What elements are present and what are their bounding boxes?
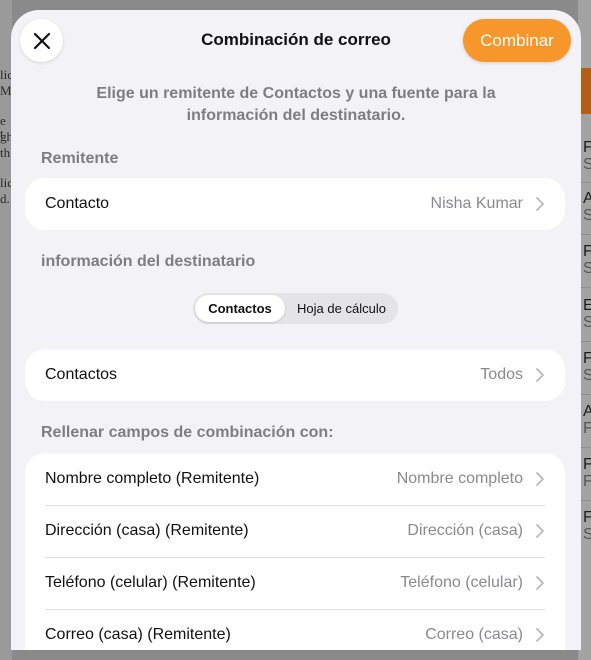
row-value: Nombre completo [396, 470, 523, 487]
sheet-description: Elige un remitente de Contactos y una fu… [96, 85, 496, 124]
merge-fields-card: Nombre completo (Remitente) Nombre compl… [25, 453, 565, 650]
merge-field-row[interactable]: Dirección (casa) (Remitente) Dirección (… [25, 505, 565, 557]
row-value: Correo (casa) [425, 626, 523, 643]
row-label: Correo (casa) (Remitente) [45, 626, 231, 643]
row-value: Todos [480, 366, 523, 383]
background-list-item: FS [583, 243, 591, 277]
sender-section-header: Remitente [41, 150, 119, 167]
background-text-fragment: M [0, 83, 12, 98]
recipient-section-header: información del destinatario [41, 253, 256, 270]
row-label: Dirección (casa) (Remitente) [45, 522, 249, 539]
merge-field-row[interactable]: Nombre completo (Remitente) Nombre compl… [25, 453, 565, 505]
row-value: Nisha Kumar [430, 195, 523, 212]
row-label: Contactos [45, 366, 118, 383]
chevron-right-icon [536, 472, 544, 486]
background-text-fragment: d. [0, 191, 10, 206]
segment-spreadsheet[interactable]: Hoja de cálculo [287, 295, 396, 322]
background-list-item: AF [583, 403, 591, 437]
chevron-right-icon [536, 197, 544, 211]
background-list-item: FS [583, 350, 591, 384]
merge-fields-section-header: Rellenar campos de combinación con: [41, 424, 334, 441]
chevron-right-icon [536, 628, 544, 642]
row-label: Contacto [45, 195, 110, 212]
mail-merge-sheet: Combinación de correo Combinar Elige un … [11, 10, 581, 650]
background-list-item: FS [583, 509, 591, 543]
row-label: Nombre completo (Remitente) [45, 470, 260, 487]
chevron-right-icon [536, 524, 544, 538]
chevron-right-icon [536, 576, 544, 590]
chevron-right-icon [536, 368, 544, 382]
recipient-source-segmented-control: Contactos Hoja de cálculo [193, 293, 398, 324]
merge-field-row[interactable]: Teléfono (celular) (Remitente) Teléfono … [25, 557, 565, 609]
background-list-item: ES [583, 297, 591, 331]
combine-button[interactable]: Combinar [463, 19, 571, 62]
sender-card: Contacto Nisha Kumar [25, 178, 565, 230]
row-value: Dirección (casa) [407, 522, 523, 539]
contacts-card: Contactos Todos [25, 349, 565, 401]
background-list-item: FF [583, 456, 591, 490]
background-list-item: AS [583, 190, 591, 224]
merge-field-row[interactable]: Correo (casa) (Remitente) Correo (casa) [25, 609, 565, 650]
row-value: Teléfono (celular) [400, 574, 523, 591]
background-text-fragment: th [0, 145, 11, 160]
sender-contact-row[interactable]: Contacto Nisha Kumar [25, 178, 565, 230]
background-list-item: FS [583, 139, 591, 173]
segment-contacts[interactable]: Contactos [195, 295, 285, 322]
row-label: Teléfono (celular) (Remitente) [45, 574, 256, 591]
contacts-selection-row[interactable]: Contactos Todos [25, 349, 565, 401]
